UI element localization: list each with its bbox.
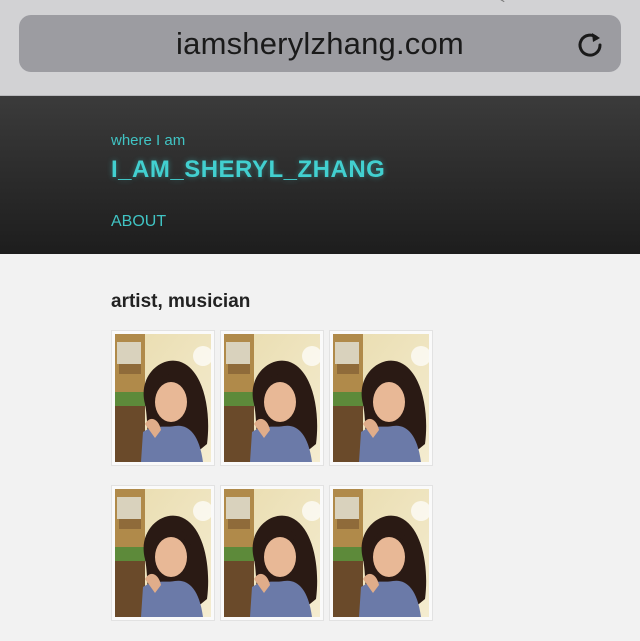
- address-bar[interactable]: iamsherylzhang.com: [19, 15, 621, 72]
- url-text[interactable]: iamsherylzhang.com: [19, 15, 621, 72]
- post-heading: artist, musician: [111, 291, 251, 312]
- photo-thumbnail[interactable]: [220, 485, 324, 621]
- portrait-photo: [333, 334, 429, 462]
- site-title[interactable]: I_AM_SHERYL_ZHANG: [111, 156, 385, 184]
- portrait-photo: [224, 489, 320, 617]
- portrait-photo: [224, 334, 320, 462]
- photo-thumbnail[interactable]: [111, 485, 215, 621]
- photo-thumbnail[interactable]: [111, 330, 215, 466]
- photo-thumbnail[interactable]: [220, 330, 324, 466]
- site-tagline: where I am: [111, 132, 186, 149]
- portrait-photo: [333, 489, 429, 617]
- portrait-photo: [115, 489, 211, 617]
- browser-chrome: iamsherylzhang.com: [0, 0, 640, 96]
- nav-link-about[interactable]: ABOUT: [111, 213, 166, 231]
- portrait-photo: [115, 334, 211, 462]
- photo-thumbnail[interactable]: [329, 330, 433, 466]
- status-mark: [499, 0, 505, 4]
- photo-thumbnail[interactable]: [329, 485, 433, 621]
- reload-icon[interactable]: [575, 29, 605, 59]
- site-header: where I am I_AM_SHERYL_ZHANG ABOUT: [0, 96, 640, 254]
